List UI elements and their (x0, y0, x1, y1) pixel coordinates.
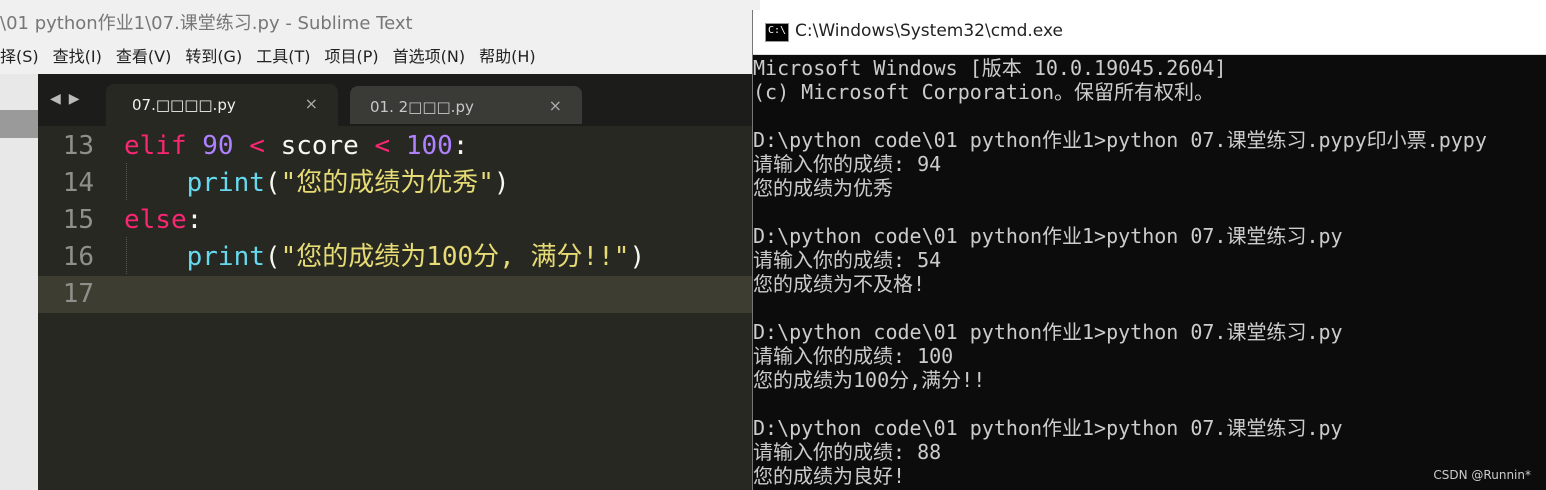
tab-07-file[interactable]: 07.□□□□.py × (106, 84, 338, 126)
menu-goto[interactable]: 转到(G) (185, 42, 242, 72)
tab-label: 01. 2□□□.py (370, 98, 474, 116)
menu-project[interactable]: 项目(P) (324, 42, 378, 72)
tab-nav-arrows-icon[interactable]: ◀▶ (50, 91, 88, 107)
console-line: D:\python code\01 python作业1>python 07.课堂… (753, 128, 1487, 152)
menu-tools[interactable]: 工具(T) (256, 42, 310, 72)
console-line: 请输入你的成绩: 54 (753, 248, 942, 272)
console-line: 您的成绩为良好! (753, 464, 906, 488)
line-number: 13 (62, 131, 94, 161)
code-line-14: 14 print("您的成绩为优秀") (38, 165, 760, 202)
close-icon[interactable]: × (305, 94, 318, 113)
code-text: elif 90 < score < 100: (124, 131, 469, 161)
line-number: 16 (62, 242, 94, 272)
console-output[interactable]: Microsoft Windows [版本 10.0.19045.2604] (… (753, 56, 1546, 488)
console-line: Microsoft Windows [版本 10.0.19045.2604] (753, 56, 1227, 80)
sublime-title-bar: \01 python作业1\07.课堂练习.py - Sublime Text (0, 0, 760, 40)
tab-01-file[interactable]: 01. 2□□□.py × (350, 86, 582, 124)
cmd-window-title: C:\Windows\System32\cmd.exe (795, 21, 1063, 41)
terminal-icon: C:\ (765, 23, 789, 42)
console-line: 请输入你的成绩: 94 (753, 152, 942, 176)
console-line: 您的成绩为不及格! (753, 272, 926, 296)
sidebar-highlight (0, 110, 38, 138)
watermark: CSDN @Runnin* (1433, 468, 1531, 482)
code-editor[interactable]: 13 elif 90 < score < 100: 14 print("您的成绩… (38, 126, 760, 490)
console-line: D:\python code\01 python作业1>python 07.课堂… (753, 224, 1343, 248)
code-text: else: (124, 205, 203, 235)
close-icon[interactable]: × (549, 96, 562, 115)
sublime-window: \01 python作业1\07.课堂练习.py - Sublime Text … (0, 0, 760, 490)
console-line: 您的成绩为100分,满分!! (753, 368, 986, 392)
code-line-17-current: 17 (38, 276, 760, 313)
sidebar-strip (0, 74, 38, 490)
tab-label: 07.□□□□.py (132, 96, 236, 114)
menu-preferences[interactable]: 首选项(N) (393, 42, 465, 72)
code-text: print("您的成绩为优秀") (186, 168, 510, 198)
line-number: 17 (62, 279, 94, 309)
code-line-13: 13 elif 90 < score < 100: (38, 128, 760, 165)
console-line: D:\python code\01 python作业1>python 07.课堂… (753, 416, 1343, 440)
code-line-15: 15 else: (38, 202, 760, 239)
console-line: 您的成绩为优秀 (753, 176, 893, 200)
console-line: (c) Microsoft Corporation。保留所有权利。 (753, 80, 1215, 104)
line-number: 15 (62, 205, 94, 235)
cmd-title-bar: C:\ C:\Windows\System32\cmd.exe (753, 10, 1546, 55)
code-line-16: 16 print("您的成绩为100分, 满分!!") (38, 239, 760, 276)
sublime-menu-bar: 择(S) 查找(I) 查看(V) 转到(G) 工具(T) 项目(P) 首选项(N… (0, 42, 760, 72)
console-line: 请输入你的成绩: 100 (753, 344, 954, 368)
cmd-window: C:\ C:\Windows\System32\cmd.exe Microsof… (752, 10, 1546, 490)
menu-help[interactable]: 帮助(H) (479, 42, 536, 72)
console-line: 请输入你的成绩: 88 (753, 440, 942, 464)
line-number: 14 (62, 168, 94, 198)
code-text: print("您的成绩为100分, 满分!!") (186, 242, 646, 272)
console-line: D:\python code\01 python作业1>python 07.课堂… (753, 320, 1343, 344)
menu-view[interactable]: 查看(V) (116, 42, 171, 72)
menu-find[interactable]: 查找(I) (53, 42, 102, 72)
menu-selection[interactable]: 择(S) (0, 42, 39, 72)
tab-bar: ◀▶ 01. 2□□□.py × 07.□□□□.py × (38, 74, 760, 126)
sublime-window-title: \01 python作业1\07.课堂练习.py - Sublime Text (0, 13, 413, 34)
